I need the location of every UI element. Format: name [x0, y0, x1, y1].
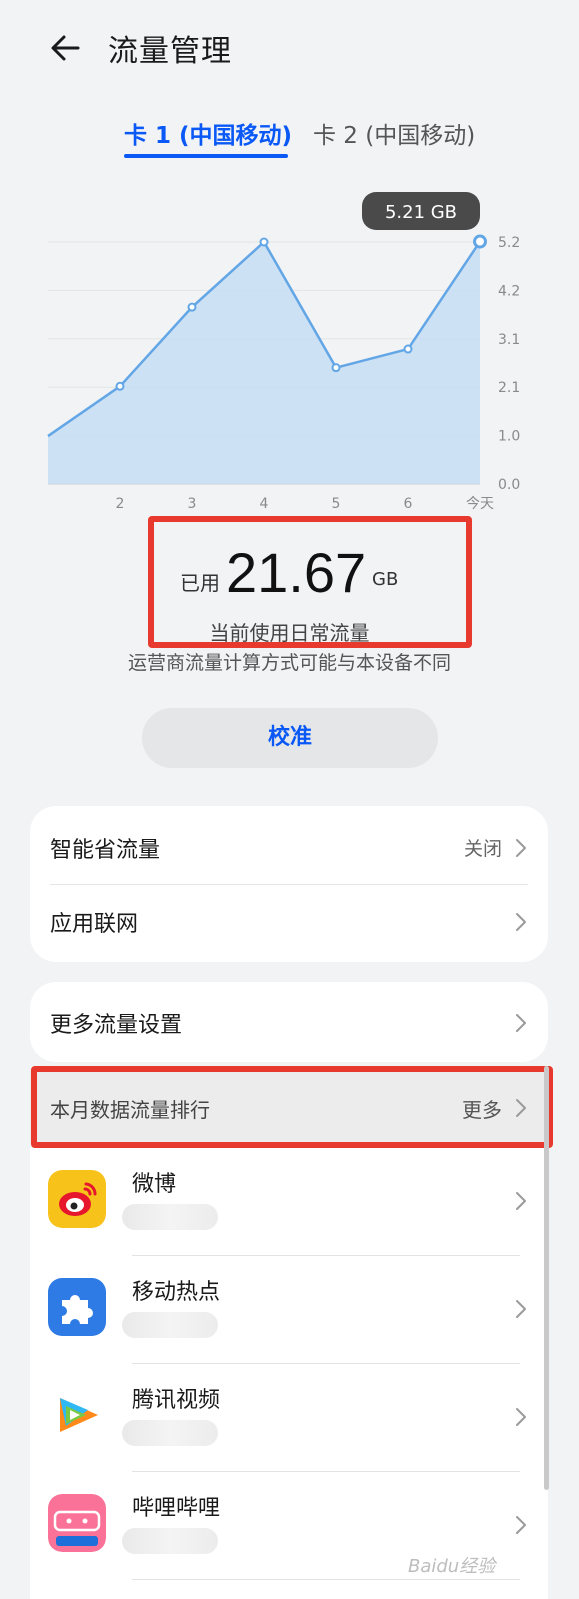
divider: [132, 1579, 520, 1580]
data-point: [187, 302, 197, 312]
list-item[interactable]: 移动热点: [30, 1256, 548, 1364]
calibrate-button[interactable]: 校准: [142, 708, 438, 768]
row-label: 应用联网: [50, 912, 139, 937]
list-item[interactable]: 微博: [30, 1148, 548, 1256]
app-usage: [122, 1528, 218, 1554]
usage-chart: 0.0 1.0 2.1 3.1 4.2 5.2 2 3 4 5 6 今天 5.21 GB: [47, 192, 520, 512]
weibo-icon: [48, 1170, 106, 1228]
y-tick-label: 1.0: [498, 429, 520, 445]
row-label: 更多流量设置: [50, 1013, 183, 1038]
y-tick-label: 2.1: [498, 380, 520, 396]
x-tick-label: 6: [404, 496, 413, 512]
x-tick-label: 3: [188, 496, 197, 512]
app-name: 腾讯视频: [132, 1388, 221, 1413]
x-tick-label: 4: [260, 496, 269, 512]
header: 流量管理: [0, 0, 579, 100]
tab-card-2[interactable]: 卡 2 (中国移动): [313, 116, 475, 150]
tab-indicator: [124, 154, 288, 158]
data-point: [259, 237, 269, 247]
app-usage: [122, 1312, 218, 1338]
chevron-right-icon: [516, 1300, 526, 1318]
tencent-video-icon: [48, 1386, 106, 1444]
y-tick-label: 5.2: [498, 235, 520, 251]
x-tick-label: 5: [332, 496, 341, 512]
chevron-right-icon: [516, 1408, 526, 1426]
highlight-box: [148, 516, 472, 648]
hotspot-puzzle-icon: [48, 1278, 106, 1336]
row-label: 智能省流量: [50, 838, 161, 863]
app-usage: [122, 1204, 218, 1230]
data-point: [115, 381, 125, 391]
y-tick-label: 3.1: [498, 332, 520, 348]
tooltip-label: 5.21 GB: [385, 202, 457, 223]
app-ranking-list: 微博 移动热点 腾讯视频 哔哩哔哩: [30, 1148, 548, 1599]
carrier-note: 运营商流量计算方式可能与本设备不同: [127, 652, 451, 674]
smart-save-row[interactable]: 智能省流量 关闭: [30, 810, 548, 884]
app-name: 哔哩哔哩: [132, 1496, 221, 1521]
app-name: 移动热点: [132, 1280, 221, 1305]
chevron-right-icon: [516, 839, 526, 857]
watermark: Baidu经验: [408, 1556, 496, 1577]
settings-card: 智能省流量 关闭 应用联网: [30, 806, 548, 962]
y-tick-label: 4.2: [498, 283, 520, 299]
y-tick-label: 0.0: [498, 477, 520, 493]
chevron-right-icon: [516, 1516, 526, 1534]
app-usage: [122, 1420, 218, 1446]
app-name: 微博: [132, 1172, 177, 1197]
arrow-left-icon[interactable]: [46, 28, 86, 68]
chevron-right-icon: [516, 913, 526, 931]
x-tick-label: 2: [116, 496, 125, 512]
highlight-box: [31, 1066, 553, 1148]
data-point: [473, 234, 487, 249]
row-value: 关闭: [463, 838, 502, 860]
page-title: 流量管理: [108, 34, 232, 69]
x-tick-label: 今天: [466, 496, 494, 512]
series-area: [48, 241, 480, 484]
more-settings-row[interactable]: 更多流量设置: [30, 985, 548, 1059]
app-network-row[interactable]: 应用联网: [30, 884, 548, 958]
scrollbar[interactable]: [544, 1066, 549, 1490]
data-point: [331, 363, 341, 373]
chevron-right-icon: [516, 1014, 526, 1032]
chevron-right-icon: [516, 1192, 526, 1210]
sim-tabs: 卡 1 (中国移动) 卡 2 (中国移动): [0, 112, 579, 162]
bilibili-icon: [48, 1494, 106, 1552]
tab-card-1[interactable]: 卡 1 (中国移动): [124, 116, 292, 150]
more-settings-card: 更多流量设置: [30, 982, 548, 1062]
data-point: [403, 344, 413, 354]
list-item[interactable]: 腾讯视频: [30, 1364, 548, 1472]
